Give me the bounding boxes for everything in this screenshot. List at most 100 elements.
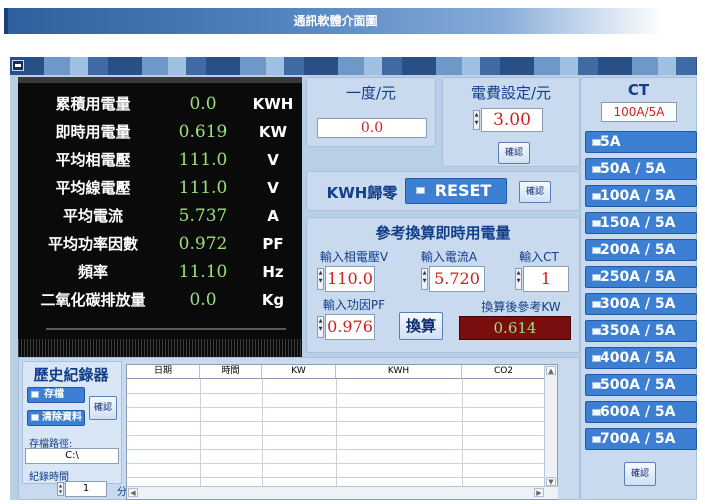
window-titlebar [10,57,697,75]
meter-value: 0.972 [178,234,228,254]
column-header: 日期 [127,365,200,379]
ct-led-icon [592,274,601,281]
grid-line [200,379,201,488]
path-input[interactable]: C:\ [25,448,119,464]
price-setting-box: 電費設定/元 ▲ ▼ 3.00 確認 [442,77,580,167]
vertical-scrollbar[interactable]: ▲ ▼ [544,365,557,487]
ct-option-label: 600A / 5A [600,404,676,420]
current-label: 輸入電流A [420,250,478,264]
ct-label: 輸入CT [519,250,559,264]
history-confirm-button[interactable]: 確認 [89,396,117,420]
ct-spinner-icon[interactable]: ▲ ▼ [515,268,522,290]
voltage-spinner-icon[interactable]: ▲ ▼ [317,268,324,290]
save-led-icon [31,391,39,398]
meter-value: 0.0 [189,94,217,114]
ct-option-label: 500A / 5A [600,377,676,393]
meter-unit: V [267,151,279,169]
pf-label: 輸入功因PF [322,298,386,312]
meter-row: 頻率 11.10 Hz [18,259,302,285]
ct-option-button[interactable]: 400A / 5A [585,347,697,369]
ct-option-button[interactable]: 250A / 5A [585,266,697,288]
scroll-right-icon[interactable]: ▶ [534,488,544,497]
column-header: 時間 [200,365,262,379]
ct-option-label: 400A / 5A [600,350,676,366]
meter-label: 累積用電量 [55,95,131,113]
scroll-up-icon[interactable]: ▲ [546,366,556,375]
grid-line [127,421,545,422]
meter-value: 0.0 [189,290,217,310]
ct-confirm-button[interactable]: 確認 [624,462,656,486]
ct-option-button[interactable]: 350A / 5A [585,320,697,342]
history-table[interactable]: 日期 時間 KW KWH CO2 ▲ ▼ ◀ ▶ [126,364,558,500]
meter-value: 111.0 [178,150,228,170]
price-spinner-icon[interactable]: ▲ ▼ [473,110,480,130]
meter-label: 平均功率因數 [47,235,138,253]
price-confirm-button[interactable]: 確認 [498,142,530,164]
grid-line [262,379,263,488]
history-controls: 歷史紀錄器 存檔 清除資料 確認 存檔路徑: C:\ 紀錄時間 [22,361,122,484]
save-button[interactable]: 存檔 [27,387,85,403]
pf-input[interactable]: 0.976 [325,314,375,340]
reference-conversion-box: 參考換算即時用電量 輸入相電壓V 輸入電流A 輸入CT ▲ ▼ 110.0 ▲ ▼ … [306,217,580,353]
page-banner: 通訊軟體介面圖 [8,8,663,34]
ct-option-label: 250A / 5A [600,269,676,285]
meter-row: 平均功率因數 0.972 PF [18,231,302,257]
grid-line [127,407,545,408]
meter-unit: Kg [261,291,285,309]
scroll-left-icon[interactable]: ◀ [128,488,138,497]
ct-option-label: 200A / 5A [600,242,676,258]
ct-option-button[interactable]: 700A / 5A [585,428,697,450]
reset-button[interactable]: RESET [405,178,507,204]
meter-panel: 累積用電量 0.0 KWH 即時用電量 0.619 KW 平均相電壓 111.0 V 平均線… [18,77,302,357]
meter-label: 即時用電量 [55,123,131,141]
clear-data-button[interactable]: 清除資料 [27,410,85,426]
horizontal-scrollbar[interactable]: ◀ ▶ [127,486,558,499]
meter-unit: A [267,207,279,225]
ct-option-button[interactable]: 100A / 5A [585,185,697,207]
current-input[interactable]: 5.720 [429,266,485,292]
ct-option-button[interactable]: 150A / 5A [585,212,697,234]
result-label: 換算後參考KW [481,300,561,314]
ct-option-label: 700A / 5A [600,431,676,447]
meter-value: 5.737 [178,206,228,226]
column-header: KWH [336,365,462,379]
meter-row: 平均電流 5.737 A [18,203,302,229]
interval-input[interactable]: 1 [65,481,107,497]
ct-option-label: 5A [600,134,621,150]
meter-label: 二氧化碳排放量 [40,291,146,309]
price-setting-title: 電費設定/元 [470,84,552,102]
meter-value: 111.0 [178,178,228,198]
app-icon [12,60,24,71]
interval-spinner-icon[interactable]: ▲ ▼ [57,482,64,496]
ct-option-label: 350A / 5A [600,323,676,339]
ct-led-icon [592,139,601,146]
scroll-down-icon[interactable]: ▼ [546,477,556,486]
meter-unit: KW [258,123,288,141]
ct-led-icon [592,436,601,443]
ct-option-button[interactable]: 500A / 5A [585,374,697,396]
ct-option-button[interactable]: 50A / 5A [585,158,697,180]
history-title: 歷史紀錄器 [33,366,109,384]
meter-row: 平均相電壓 111.0 V [18,147,302,173]
meter-value: 11.10 [178,262,228,282]
meter-divider [46,328,286,330]
convert-button[interactable]: 換算 [399,312,443,340]
pf-spinner-icon[interactable]: ▲ ▼ [317,316,324,338]
ct-option-button[interactable]: 200A / 5A [585,239,697,261]
app-window: 累積用電量 0.0 KWH 即時用電量 0.619 KW 平均相電壓 111.0 V 平均線… [10,57,697,500]
ct-option-button[interactable]: 5A [585,131,697,153]
meter-row: 即時用電量 0.619 KW [18,119,302,145]
kwh-reset-box: KWH歸零 RESET 確認 [306,171,580,211]
grid-line [127,435,545,436]
kwh-reset-confirm-button[interactable]: 確認 [519,181,551,203]
ct-input[interactable]: 1 [523,266,569,292]
per-degree-title: 一度/元 [345,84,397,102]
meter-label: 平均相電壓 [55,151,131,169]
current-spinner-icon[interactable]: ▲ ▼ [421,268,428,290]
phase-voltage-input[interactable]: 110.0 [325,266,375,292]
meter-value: 0.619 [178,122,228,142]
ct-option-button[interactable]: 600A / 5A [585,401,697,423]
meter-row: 累積用電量 0.0 KWH [18,91,302,117]
price-setting-input[interactable]: 3.00 [481,108,543,132]
ct-option-button[interactable]: 300A / 5A [585,293,697,315]
